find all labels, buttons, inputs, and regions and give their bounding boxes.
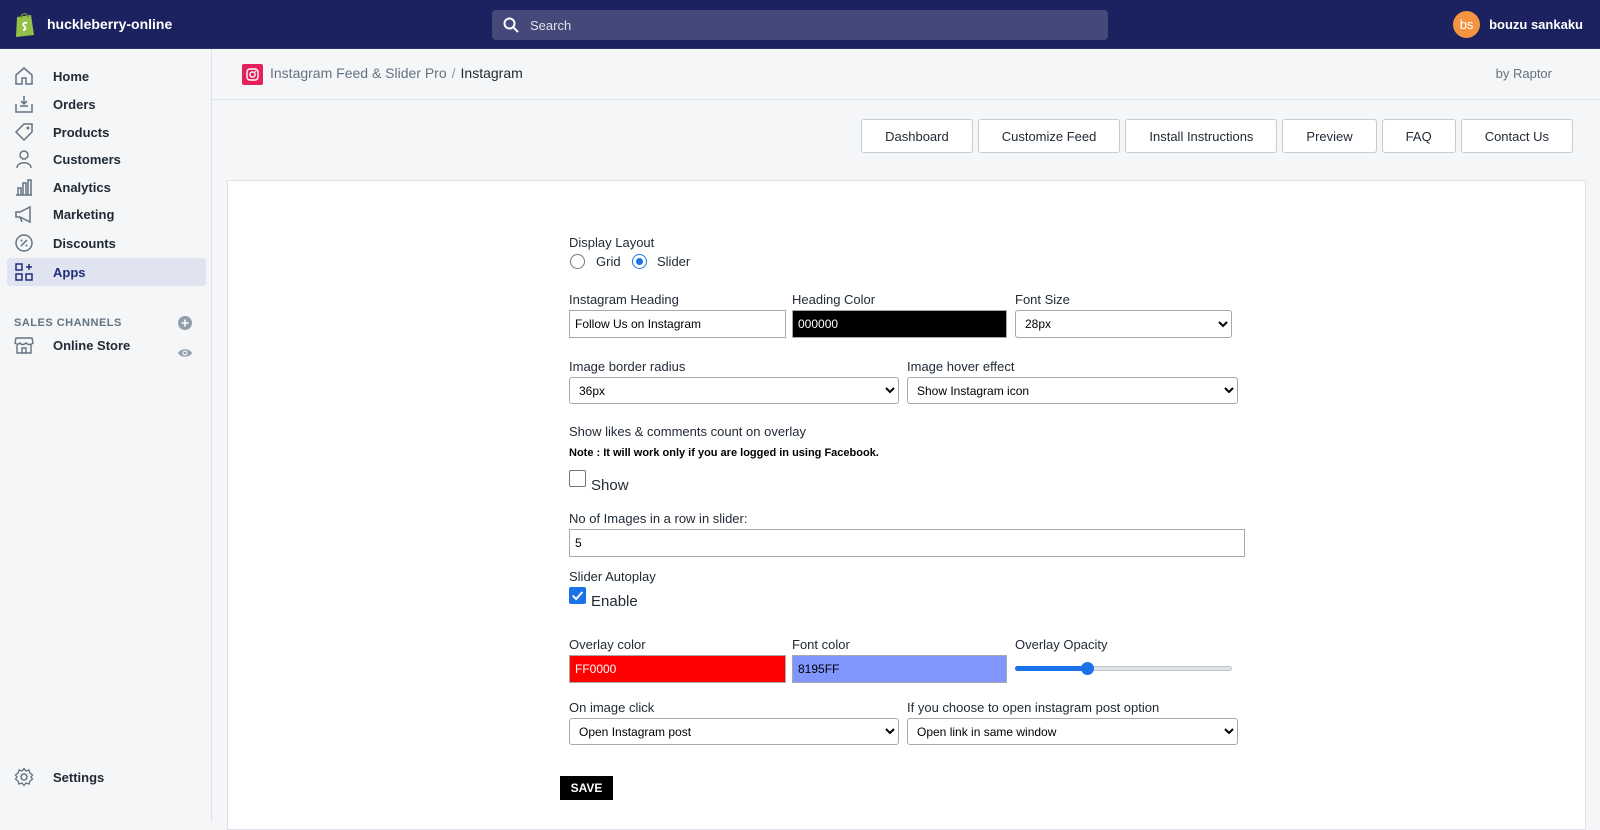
- layout-slider-radio[interactable]: [632, 254, 647, 269]
- save-button[interactable]: SAVE: [560, 776, 613, 800]
- font-color-input[interactable]: [792, 655, 1007, 683]
- home-icon: [15, 67, 33, 85]
- layout-grid-label: Grid: [596, 254, 621, 269]
- image-click-select[interactable]: Open Instagram post: [569, 718, 899, 745]
- layout-slider-label: Slider: [657, 254, 691, 269]
- autoplay-label: Slider Autoplay: [569, 569, 656, 584]
- gear-icon: [14, 767, 34, 787]
- settings-card: Display Layout Grid Slider Instagram Hea…: [227, 180, 1586, 830]
- person-icon: [16, 150, 32, 169]
- sidebar-item-products[interactable]: Products: [7, 118, 206, 146]
- sidebar-item-label: Settings: [53, 769, 105, 785]
- checkmark-icon: [571, 591, 584, 601]
- heading-input[interactable]: [569, 310, 786, 338]
- megaphone-icon: [15, 205, 31, 224]
- add-circle-icon[interactable]: [177, 315, 193, 331]
- breadcrumb: Instagram Feed & Slider Pro / Instagram: [270, 65, 523, 81]
- sidebar: Home Orders Products Customers Analytics…: [0, 49, 212, 822]
- heading-label: Instagram Heading: [569, 292, 679, 307]
- likes-checkbox[interactable]: [569, 470, 586, 487]
- sidebar-item-orders[interactable]: Orders: [7, 90, 206, 118]
- tab-dashboard[interactable]: Dashboard: [861, 119, 973, 153]
- sidebar-item-discounts[interactable]: Discounts: [7, 229, 206, 257]
- likes-checkbox-label: Show: [591, 477, 629, 494]
- user-menu[interactable]: bs bouzu sankaku: [1453, 11, 1583, 38]
- sidebar-item-apps[interactable]: Apps: [7, 258, 206, 286]
- open-option-label: If you choose to open instagram post opt…: [907, 700, 1160, 715]
- border-radius-label: Image border radius: [569, 359, 686, 374]
- likes-label: Show likes & comments count on overlay: [569, 424, 806, 439]
- sidebar-item-label: Marketing: [53, 206, 115, 222]
- display-layout-label: Display Layout: [569, 235, 655, 250]
- overlay-color-input[interactable]: [569, 655, 786, 683]
- images-row-input[interactable]: [569, 529, 1245, 557]
- top-bar: huckleberry-online bs bouzu sankaku: [0, 0, 1600, 49]
- store-icon: [14, 337, 34, 354]
- byline: by Raptor: [1495, 66, 1552, 81]
- breadcrumb-separator: /: [451, 65, 456, 81]
- bar-chart-icon: [16, 179, 32, 196]
- sidebar-item-label: Home: [53, 68, 90, 84]
- avatar: bs: [1453, 11, 1481, 38]
- tab-faq[interactable]: FAQ: [1381, 119, 1456, 153]
- tab-bar: Dashboard Customize Feed Install Instruc…: [856, 119, 1573, 153]
- heading-color-input[interactable]: [792, 310, 1007, 338]
- instagram-icon: [242, 64, 263, 85]
- shopify-bag-icon: [16, 12, 34, 37]
- opacity-slider-fill: [1015, 666, 1087, 671]
- sidebar-item-marketing[interactable]: Marketing: [7, 200, 206, 228]
- user-name: bouzu sankaku: [1489, 17, 1583, 32]
- tab-customize-feed[interactable]: Customize Feed: [977, 119, 1121, 153]
- store-name: huckleberry-online: [47, 16, 173, 32]
- store-brand[interactable]: huckleberry-online: [14, 11, 172, 37]
- layout-grid-radio[interactable]: [570, 254, 585, 269]
- sales-channels-title: SALES CHANNELS: [14, 317, 122, 329]
- sidebar-item-home[interactable]: Home: [7, 62, 206, 90]
- tab-contact-us[interactable]: Contact Us: [1460, 119, 1573, 153]
- breadcrumb-app-link[interactable]: Instagram Feed & Slider Pro: [270, 65, 447, 81]
- tag-icon: [14, 123, 33, 142]
- tab-preview[interactable]: Preview: [1282, 119, 1377, 153]
- font-size-label: Font Size: [1015, 292, 1070, 307]
- likes-note: Note : It will work only if you are logg…: [569, 447, 879, 459]
- discount-icon: [15, 234, 33, 252]
- search-bar[interactable]: [492, 10, 1108, 40]
- sidebar-item-label: Discounts: [53, 235, 116, 251]
- font-size-select[interactable]: 28px: [1015, 310, 1232, 338]
- sidebar-item-label: Customers: [53, 151, 121, 167]
- sidebar-item-settings[interactable]: Settings: [7, 763, 206, 791]
- sidebar-item-label: Analytics: [53, 179, 111, 195]
- breadcrumb-current: Instagram: [460, 65, 523, 81]
- sidebar-item-label: Products: [53, 124, 110, 140]
- sidebar-item-customers[interactable]: Customers: [7, 145, 206, 173]
- sidebar-item-analytics[interactable]: Analytics: [7, 173, 206, 201]
- tab-install-instructions[interactable]: Install Instructions: [1125, 119, 1278, 153]
- hover-effect-select[interactable]: Show Instagram icon: [907, 377, 1238, 404]
- heading-color-label: Heading Color: [792, 292, 876, 307]
- image-click-label: On image click: [569, 700, 655, 715]
- open-option-select[interactable]: Open link in same window: [907, 718, 1238, 745]
- opacity-slider-thumb[interactable]: [1080, 662, 1094, 675]
- autoplay-checkbox-label: Enable: [591, 593, 638, 610]
- eye-icon[interactable]: [177, 345, 193, 361]
- overlay-opacity-label: Overlay Opacity: [1015, 637, 1108, 652]
- search-icon: [503, 17, 519, 33]
- sidebar-item-label: Apps: [53, 264, 86, 280]
- overlay-color-label: Overlay color: [569, 637, 646, 652]
- orders-icon: [15, 96, 33, 113]
- search-input[interactable]: [528, 16, 1092, 34]
- font-color-label: Font color: [792, 637, 850, 652]
- sidebar-item-label: Online Store: [53, 337, 131, 353]
- apps-icon: [15, 263, 33, 281]
- hover-effect-label: Image hover effect: [907, 359, 1015, 374]
- autoplay-checkbox[interactable]: [569, 587, 586, 604]
- images-row-label: No of Images in a row in slider:: [569, 511, 748, 526]
- app-header: Instagram Feed & Slider Pro / Instagram by…: [212, 49, 1600, 100]
- sidebar-item-label: Orders: [53, 96, 96, 112]
- border-radius-select[interactable]: 36px: [569, 377, 899, 404]
